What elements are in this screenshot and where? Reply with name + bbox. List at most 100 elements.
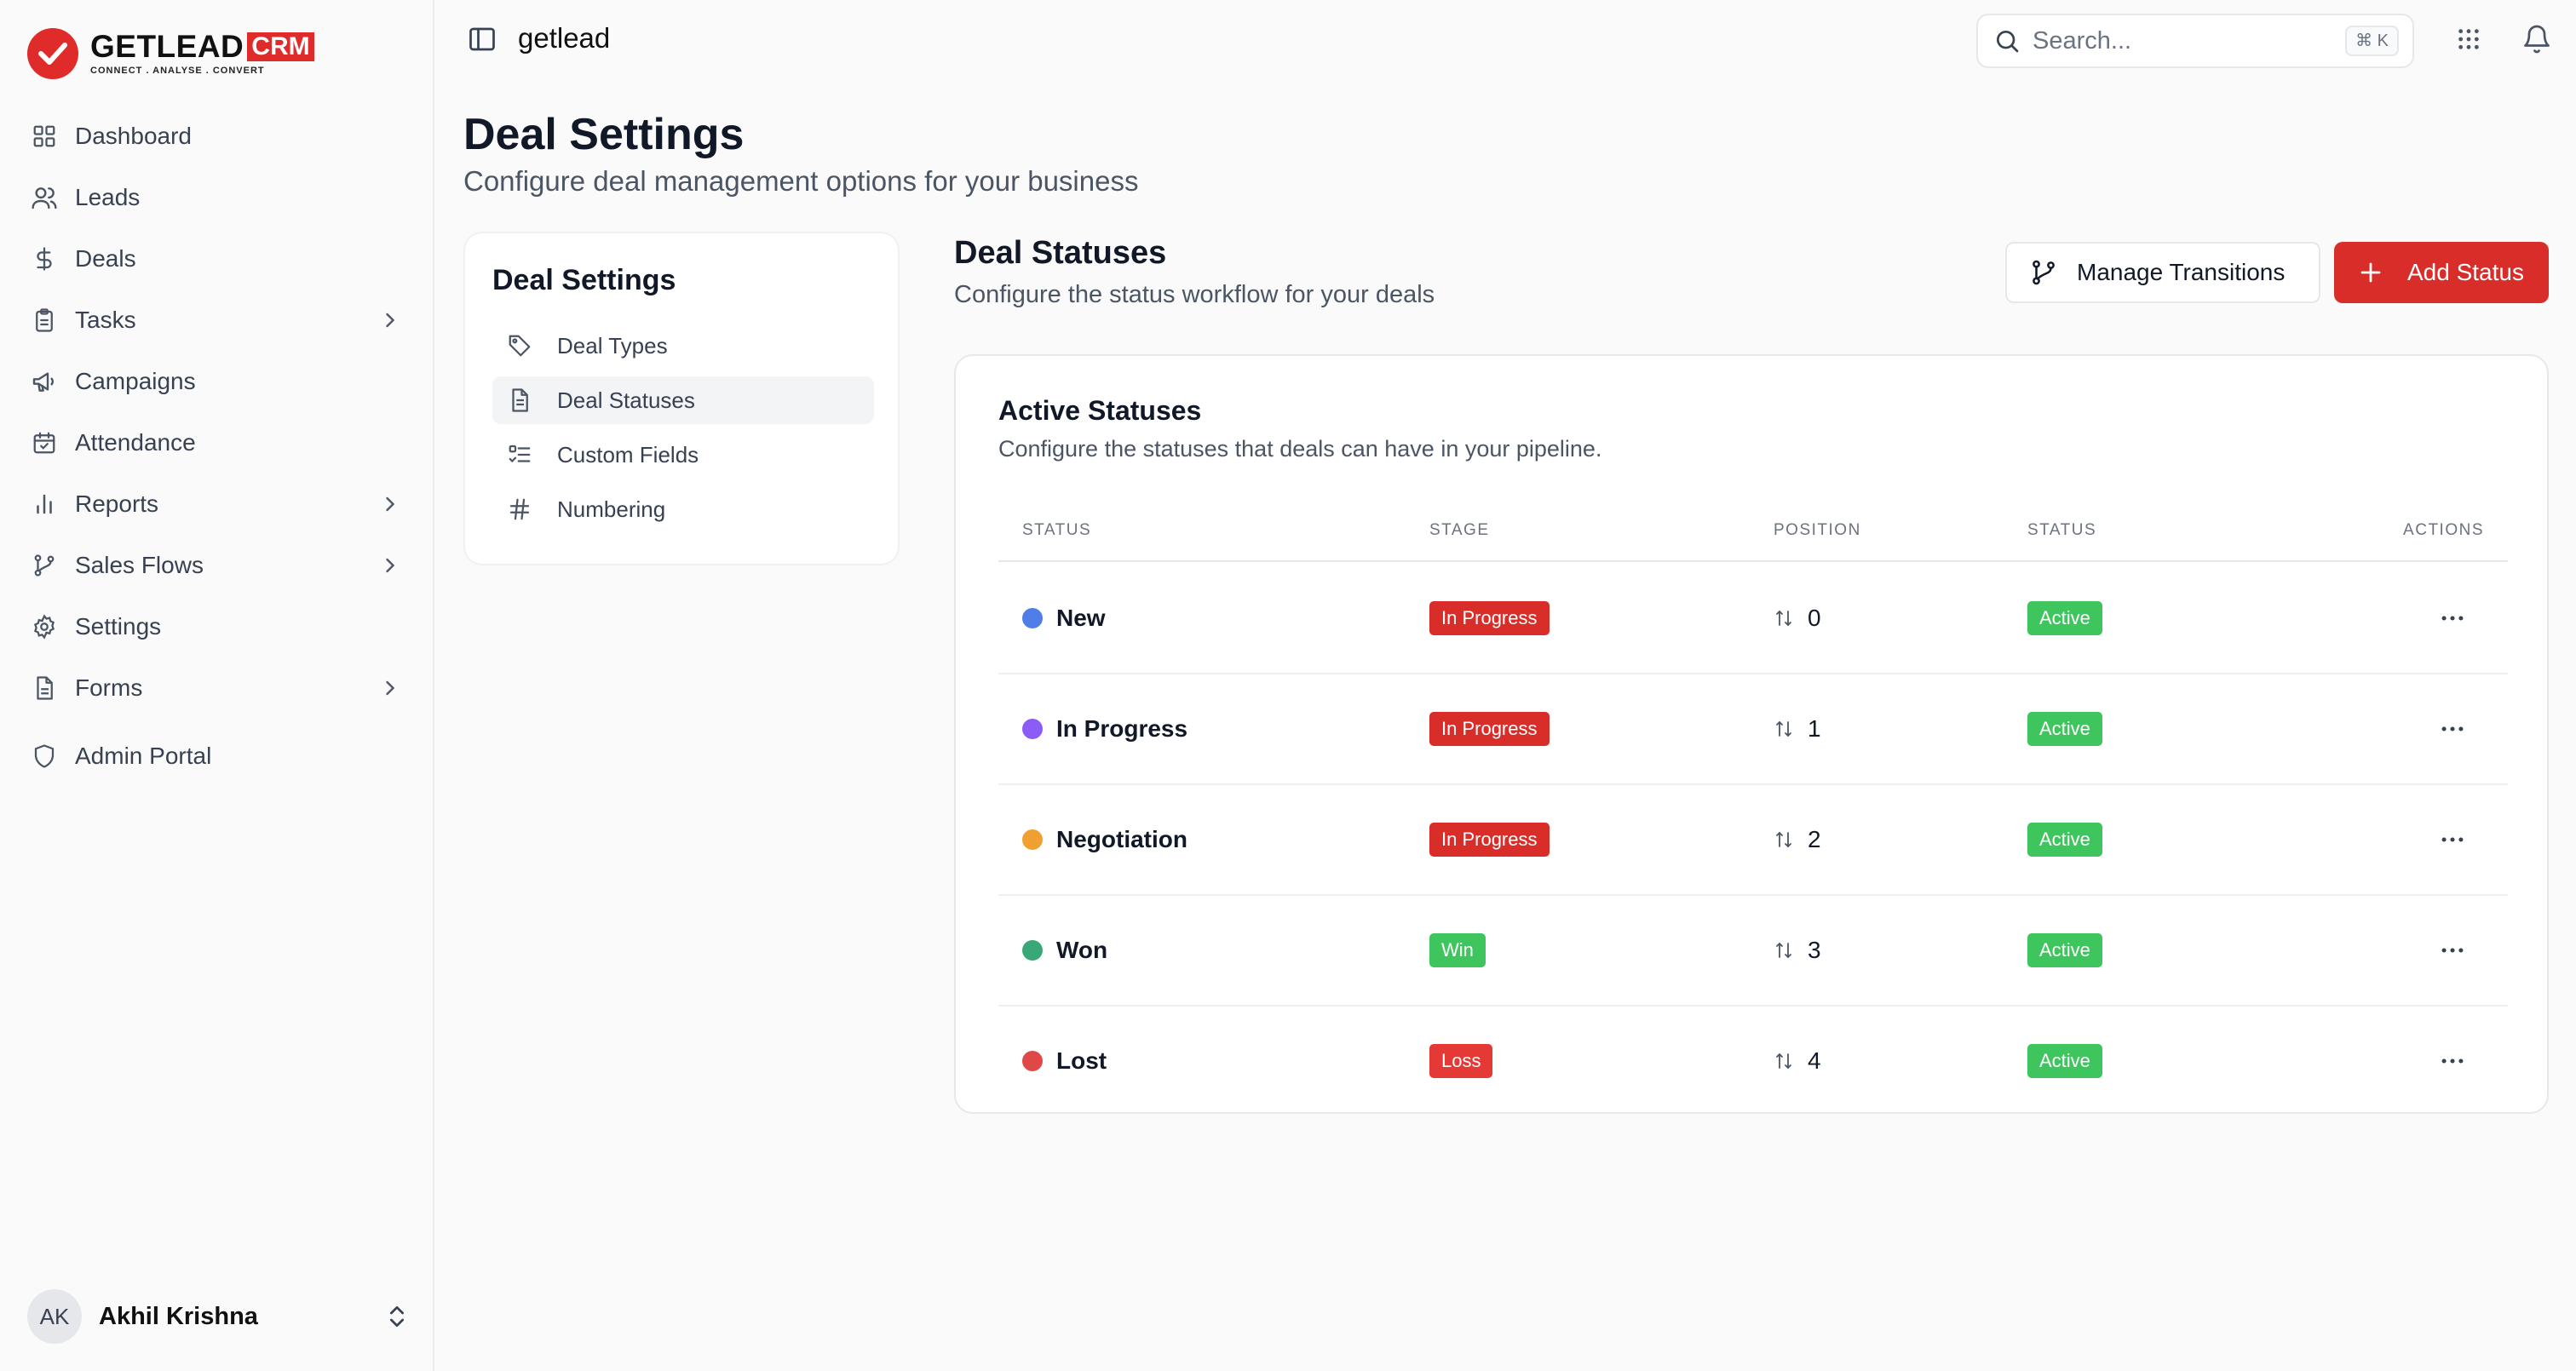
stage-badge: In Progress: [1429, 712, 1550, 746]
brand-tagline: CONNECT . ANALYSE . CONVERT: [90, 66, 265, 76]
search-input[interactable]: Search... ⌘ K: [1976, 14, 2414, 68]
sidebar-item-leads[interactable]: Leads: [24, 167, 411, 228]
table-subtitle: Configure the statuses that deals can ha…: [998, 436, 1602, 462]
sidebar-item-settings[interactable]: Settings: [24, 596, 411, 657]
user-menu[interactable]: AK Akhil Krishna: [27, 1289, 411, 1344]
table-row[interactable]: Lost Loss 4 Active: [998, 1007, 2508, 1117]
gear-icon: [29, 611, 60, 642]
settings-nav-item-numbering[interactable]: Numbering: [492, 485, 874, 533]
table-header: STATUS STAGE POSITION STATUS ACTIONS: [998, 501, 2508, 562]
page-title: Deal Settings: [463, 110, 745, 159]
calendar-check-icon: [29, 427, 60, 458]
more-horizontal-icon: [2438, 1047, 2467, 1076]
status-color-dot: [1022, 829, 1043, 850]
sidebar-item-tasks[interactable]: Tasks: [24, 290, 411, 351]
stage-badge: Win: [1429, 933, 1486, 967]
bell-icon[interactable]: [2521, 24, 2552, 54]
status-color-dot: [1022, 940, 1043, 961]
sidebar-item-label: Dashboard: [75, 123, 192, 149]
sidebar-item-campaigns[interactable]: Campaigns: [24, 351, 411, 412]
settings-nav-label: Custom Fields: [557, 441, 699, 468]
row-actions-button[interactable]: [2438, 564, 2467, 673]
row-actions-button[interactable]: [2438, 1007, 2467, 1116]
user-name: Akhil Krishna: [99, 1302, 258, 1330]
more-horizontal-icon: [2438, 604, 2467, 633]
plus-icon: [2360, 262, 2381, 283]
active-statuses-card: Active Statuses Configure the statuses t…: [954, 354, 2549, 1114]
search-icon: [1997, 31, 2019, 53]
sort-arrows-icon: [1774, 719, 1801, 739]
sidebar-item-admin-portal[interactable]: Admin Portal: [24, 726, 411, 787]
sidebar-item-label: Deals: [75, 245, 136, 272]
dashboard-icon: [29, 121, 60, 152]
sidebar-item-dashboard[interactable]: Dashboard: [24, 106, 411, 167]
manage-transitions-button[interactable]: Manage Transitions: [2005, 242, 2320, 303]
table-row[interactable]: Negotiation In Progress 2 Active: [998, 785, 2508, 896]
sidebar-item-label: Admin Portal: [75, 743, 212, 769]
header-state[interactable]: STATUS: [2027, 521, 2096, 540]
sidebar-item-sales-flows[interactable]: Sales Flows: [24, 535, 411, 596]
settings-nav-item-custom-fields[interactable]: Custom Fields: [492, 431, 874, 479]
position-value: 0: [1808, 605, 1821, 631]
settings-nav-item-deal-statuses[interactable]: Deal Statuses: [492, 376, 874, 424]
megaphone-icon: [29, 366, 60, 397]
more-horizontal-icon: [2438, 825, 2467, 854]
status-badge: Active: [2027, 823, 2102, 857]
sidebar-item-label: Settings: [75, 613, 162, 640]
stage-badge: Loss: [1429, 1044, 1493, 1078]
section-subtitle: Configure the status workflow for your d…: [954, 281, 1435, 308]
status-name: New: [1056, 605, 1106, 631]
checkmark-logo-icon: [27, 28, 78, 79]
table-row[interactable]: In Progress In Progress 1 Active: [998, 674, 2508, 785]
sidebar-toggle-icon[interactable]: [467, 24, 497, 54]
position-value: 1: [1808, 715, 1821, 742]
manage-transitions-label: Manage Transitions: [2077, 259, 2286, 285]
chevron-right-icon: [378, 492, 402, 516]
header-status[interactable]: STATUS: [1022, 521, 1091, 540]
row-actions-button[interactable]: [2438, 674, 2467, 783]
sidebar-item-forms[interactable]: Forms: [24, 657, 411, 719]
sidebar-item-attendance[interactable]: Attendance: [24, 412, 411, 473]
status-name: Won: [1056, 937, 1108, 963]
brand-word: GETLEAD: [90, 29, 244, 64]
stage-badge: In Progress: [1429, 823, 1550, 857]
apps-grid-icon[interactable]: [2455, 26, 2482, 53]
table-row[interactable]: New In Progress 0 Active: [998, 564, 2508, 674]
sidebar-item-label: Campaigns: [75, 368, 196, 394]
settings-nav-item-deal-types[interactable]: Deal Types: [492, 322, 874, 370]
add-status-button[interactable]: Add Status: [2334, 242, 2549, 303]
sidebar-item-label: Reports: [75, 490, 159, 517]
table-row[interactable]: Won Win 3 Active: [998, 896, 2508, 1007]
stage-badge: In Progress: [1429, 601, 1550, 635]
breadcrumb[interactable]: getlead: [518, 22, 610, 54]
bar-chart-icon: [29, 489, 60, 519]
page-subtitle: Configure deal management options for yo…: [463, 165, 1139, 197]
row-actions-button[interactable]: [2438, 785, 2467, 894]
status-color-dot: [1022, 1051, 1043, 1071]
status-name: Lost: [1056, 1047, 1107, 1074]
clipboard-icon: [29, 305, 60, 336]
sidebar-item-label: Leads: [75, 184, 141, 210]
add-status-label: Add Status: [2407, 259, 2524, 285]
sidebar-item-deals[interactable]: Deals: [24, 228, 411, 290]
users-icon: [29, 182, 60, 213]
more-horizontal-icon: [2438, 936, 2467, 965]
sort-arrows-icon: [1774, 940, 1801, 961]
sort-arrows-icon: [1774, 1051, 1801, 1071]
search-shortcut: ⌘ K: [2345, 26, 2399, 56]
git-branch-icon: [29, 550, 60, 581]
brand-logo[interactable]: GETLEAD CRM CONNECT . ANALYSE . CONVERT: [27, 26, 314, 82]
header-position[interactable]: POSITION: [1774, 521, 1861, 540]
status-name: In Progress: [1056, 715, 1188, 742]
settings-nav-title: Deal Settings: [492, 264, 676, 296]
header-stage[interactable]: STAGE: [1429, 521, 1490, 540]
status-color-dot: [1022, 608, 1043, 628]
row-actions-button[interactable]: [2438, 896, 2467, 1005]
table-title: Active Statuses: [998, 395, 1202, 426]
sidebar-item-label: Tasks: [75, 307, 136, 333]
chevron-right-icon: [378, 676, 402, 700]
settings-nav-label: Deal Statuses: [557, 387, 695, 413]
avatar: AK: [27, 1289, 82, 1344]
status-badge: Active: [2027, 712, 2102, 746]
sidebar-item-reports[interactable]: Reports: [24, 473, 411, 535]
